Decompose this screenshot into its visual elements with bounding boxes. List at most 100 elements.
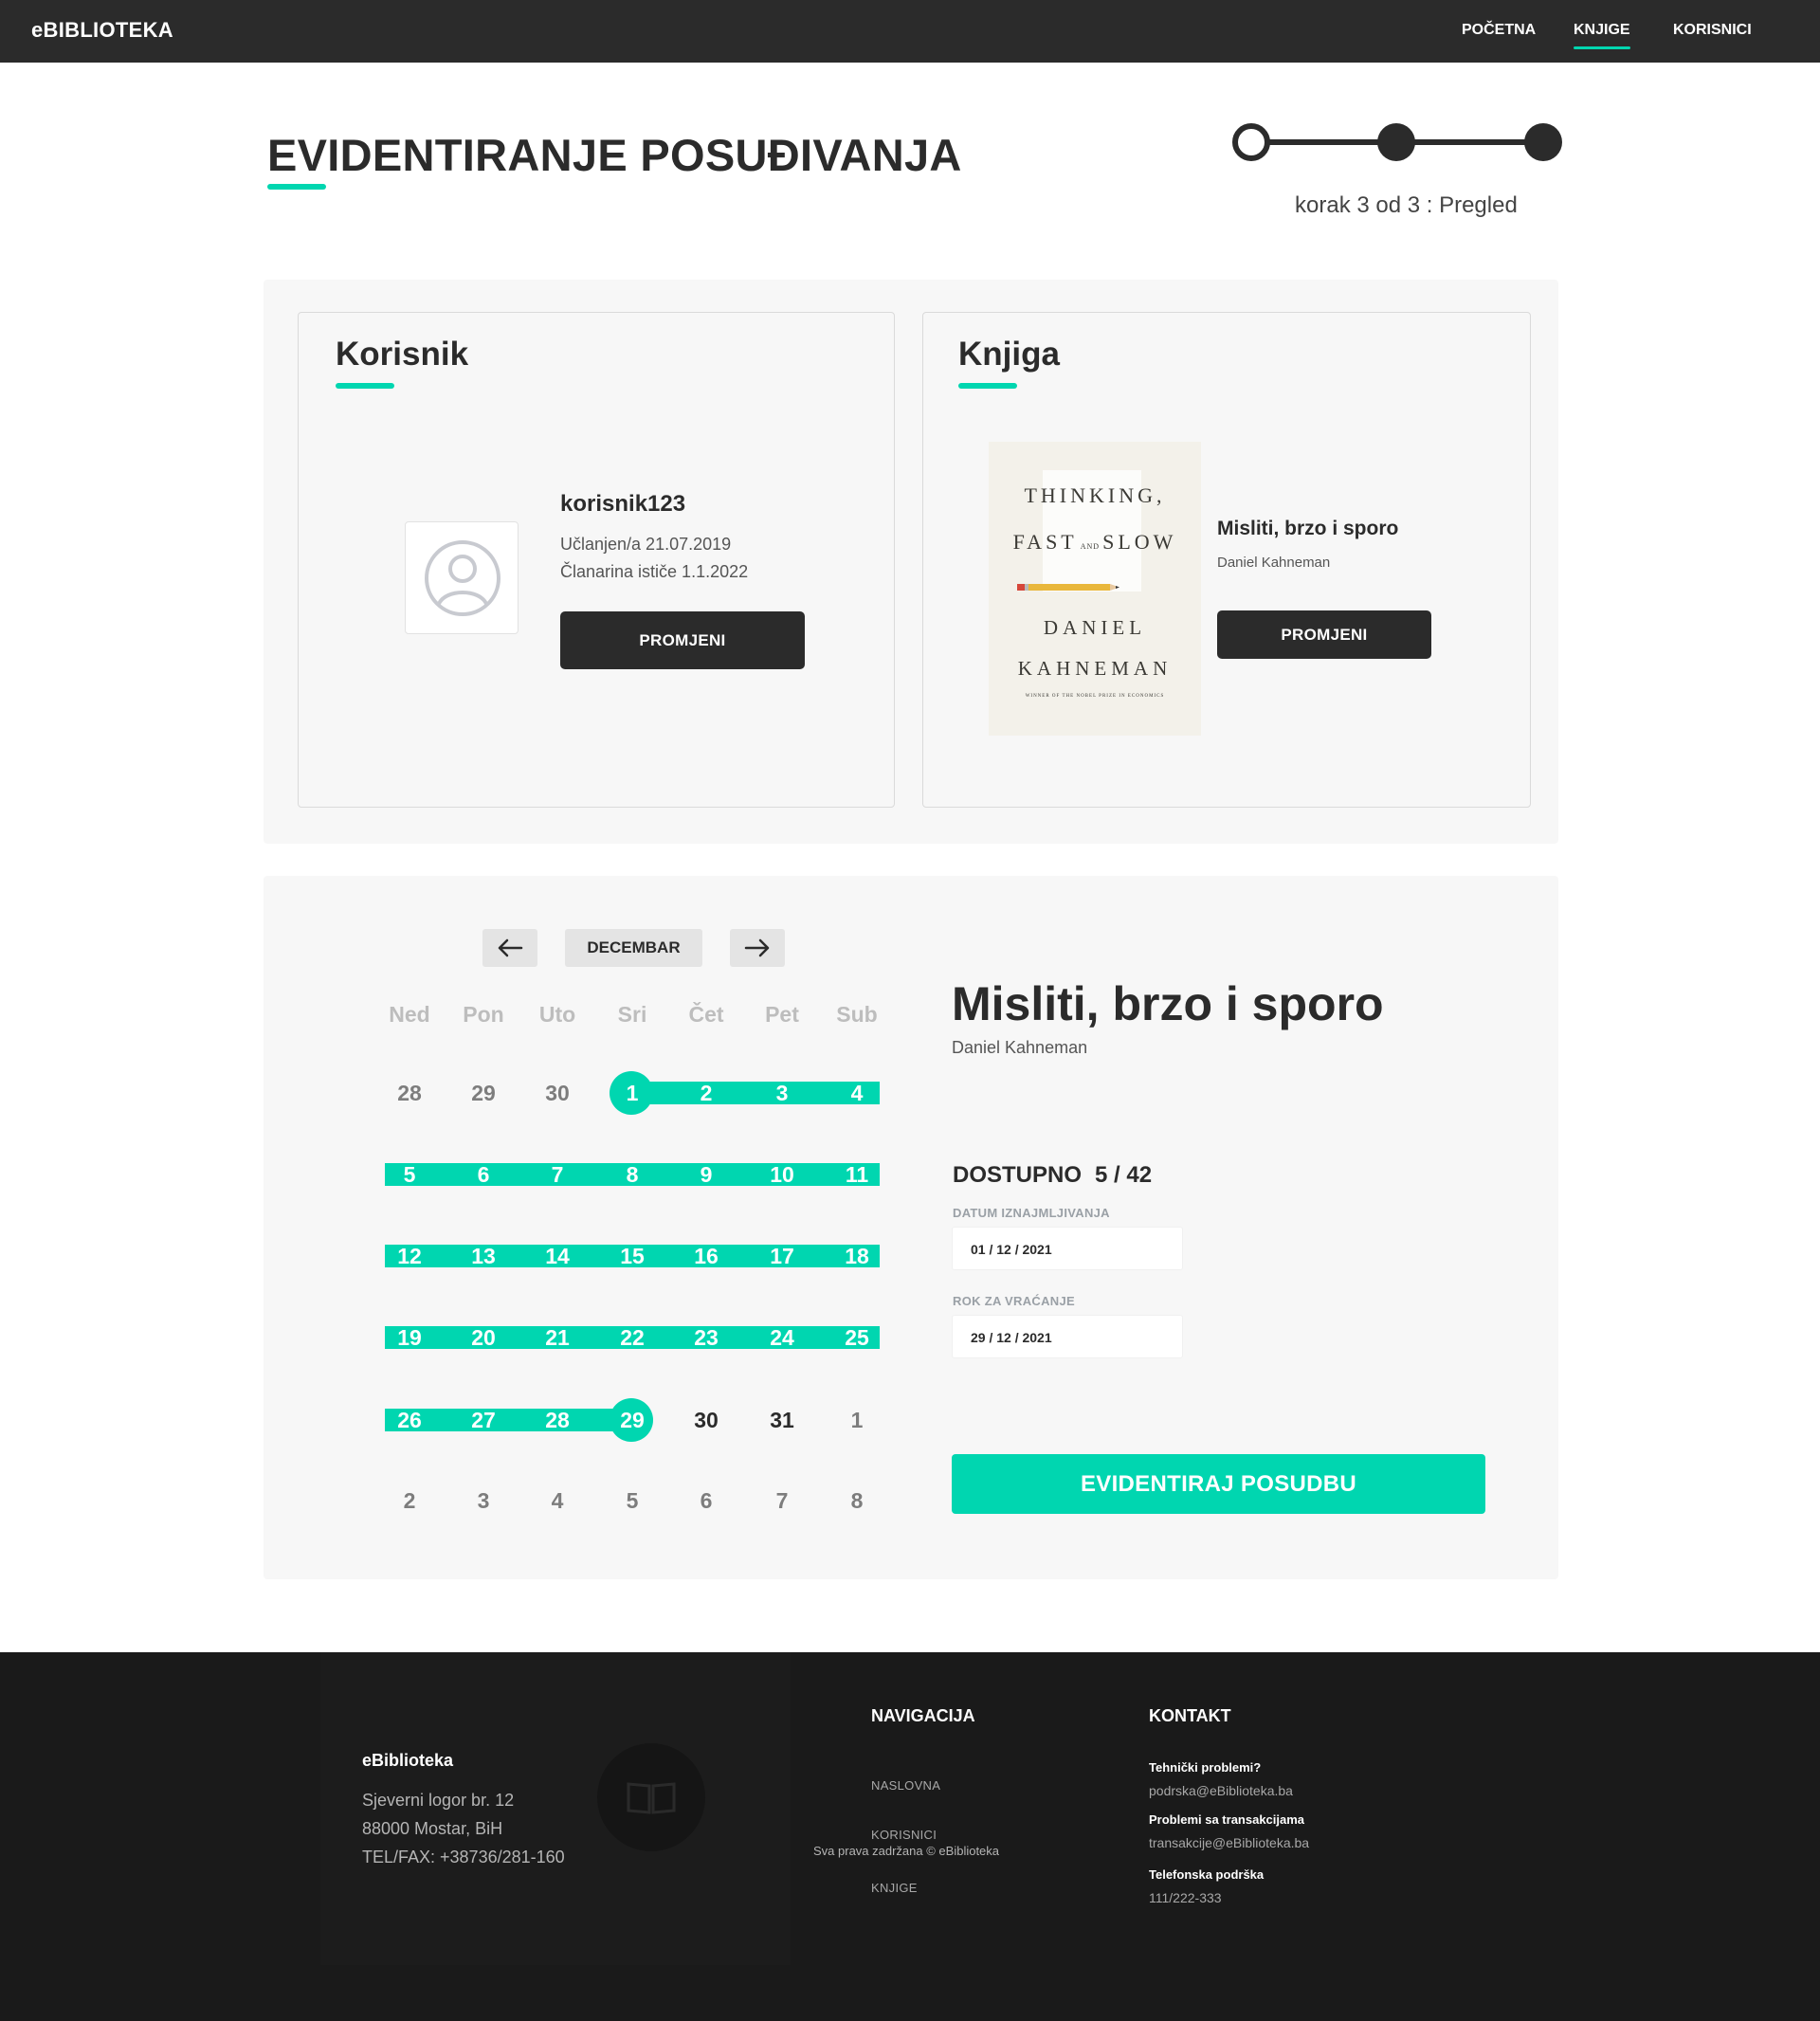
calendar-day[interactable]: 2 <box>376 1484 443 1518</box>
calendar-day[interactable]: 8 <box>599 1157 665 1192</box>
nav-pocetna[interactable]: POČETNA <box>1462 22 1536 39</box>
step-1-dot <box>1232 123 1270 161</box>
calendar-day[interactable]: 3 <box>450 1484 517 1518</box>
calendar-day[interactable]: 16 <box>673 1239 739 1273</box>
step-3-dot <box>1524 123 1562 161</box>
calendar-day[interactable]: 14 <box>524 1239 591 1273</box>
book-card-title: Knjiga <box>958 336 1060 373</box>
calendar-day[interactable]: 21 <box>524 1320 591 1355</box>
calendar-day[interactable]: 15 <box>599 1239 665 1273</box>
calendar-day[interactable]: 13 <box>450 1239 517 1273</box>
prev-month-button[interactable] <box>482 929 537 967</box>
calendar-day[interactable]: 4 <box>524 1484 591 1518</box>
footer-contact-title: KONTAKT <box>1149 1706 1231 1725</box>
book-card-underline <box>958 383 1017 389</box>
calendar-day[interactable]: 18 <box>824 1239 890 1273</box>
calendar-day[interactable]: 28 <box>376 1076 443 1110</box>
footer-address-1: Sjeverni logor br. 12 <box>362 1791 515 1810</box>
calendar-day[interactable]: 6 <box>450 1157 517 1192</box>
rent-date-label: DATUM IZNAJMLJIVANJA <box>953 1206 1110 1220</box>
calendar-day[interactable]: 28 <box>524 1403 591 1437</box>
cover-word-fast: FAST <box>1012 530 1078 554</box>
calendar-day[interactable]: 7 <box>749 1484 815 1518</box>
cover-word-slow: SLOW <box>1102 530 1177 554</box>
arrow-right-icon <box>744 938 770 957</box>
calendar-day[interactable]: 30 <box>673 1403 739 1437</box>
weekday-header: Sri <box>617 1002 647 1027</box>
month-label: DECEMBAR <box>565 929 702 967</box>
avatar <box>405 521 519 634</box>
username: korisnik123 <box>560 491 686 517</box>
return-date-field[interactable]: 29 / 12 / 2021 <box>952 1315 1183 1358</box>
weekday-header: Pet <box>765 1002 799 1027</box>
book-title: Misliti, brzo i sporo <box>1217 518 1399 539</box>
calendar-day[interactable]: 17 <box>749 1239 815 1273</box>
calendar-day[interactable]: 29 <box>599 1403 665 1437</box>
title-underline <box>267 184 326 190</box>
cover-title-line1: THINKING, <box>1024 483 1166 507</box>
user-avatar-icon <box>425 540 500 616</box>
book-icon <box>627 1782 676 1814</box>
weekday-header: Uto <box>538 1002 576 1027</box>
next-month-button[interactable] <box>730 929 785 967</box>
summary-book-author: Daniel Kahneman <box>952 1038 1088 1057</box>
footer-link-knjige[interactable]: KNJIGE <box>871 1881 918 1895</box>
calendar-day[interactable]: 7 <box>524 1157 591 1192</box>
calendar-day[interactable]: 4 <box>824 1076 890 1110</box>
change-user-button[interactable]: PROMJENI <box>560 611 805 669</box>
calendar-day[interactable]: 24 <box>749 1320 815 1355</box>
contact-phone-label: Telefonska podrška <box>1149 1867 1265 1882</box>
calendar-day[interactable]: 25 <box>824 1320 890 1355</box>
progress-stepper <box>1232 123 1564 161</box>
calendar-day[interactable]: 9 <box>673 1157 739 1192</box>
calendar-day[interactable]: 22 <box>599 1320 665 1355</box>
calendar-day[interactable]: 10 <box>749 1157 815 1192</box>
calendar-day[interactable]: 29 <box>450 1076 517 1110</box>
calendar-day[interactable]: 6 <box>673 1484 739 1518</box>
page-title: EVIDENTIRANJE POSUĐIVANJA <box>267 130 962 180</box>
arrow-left-icon <box>498 938 523 957</box>
user-card-underline <box>336 383 394 389</box>
nav-korisnici[interactable]: KORISNICI <box>1673 22 1752 39</box>
calendar-day[interactable]: 26 <box>376 1403 443 1437</box>
calendar-day[interactable]: 11 <box>824 1157 890 1192</box>
calendar-day[interactable]: 8 <box>824 1484 890 1518</box>
weekday-header: Pon <box>463 1002 504 1027</box>
footer-phone: TEL/FAX: +38736/281-160 <box>362 1848 565 1866</box>
calendar-day[interactable]: 27 <box>450 1403 517 1437</box>
calendar-day[interactable]: 12 <box>376 1239 443 1273</box>
calendar-day[interactable]: 5 <box>376 1157 443 1192</box>
calendar-day[interactable]: 23 <box>673 1320 739 1355</box>
summary-book-title: Misliti, brzo i sporo <box>952 977 1384 1030</box>
calendar-day[interactable]: 5 <box>599 1484 665 1518</box>
calendar-day[interactable]: 19 <box>376 1320 443 1355</box>
cover-tagline: WINNER OF THE NOBEL PRIZE IN ECONOMICS <box>1025 694 1165 699</box>
cover-word-and: AND <box>1080 542 1101 551</box>
footer-link-naslovna[interactable]: NASLOVNA <box>871 1778 940 1793</box>
cover-title-line2: FAST AND SLOW <box>989 530 1201 555</box>
pencil-icon <box>1017 584 1119 591</box>
calendar-day[interactable]: 30 <box>524 1076 591 1110</box>
brand-logo[interactable]: eBIBLIOTEKA <box>31 18 173 43</box>
calendar-day[interactable]: 2 <box>673 1076 739 1110</box>
cover-author-last: KAHNEMAN <box>1017 657 1173 680</box>
top-navbar: eBIBLIOTEKA POČETNA KNJIGE KORISNICI <box>0 0 1820 63</box>
footer-brand: eBiblioteka <box>362 1751 454 1770</box>
calendar-day[interactable]: 31 <box>749 1403 815 1437</box>
calendar-day[interactable]: 1 <box>824 1403 890 1437</box>
calendar-day[interactable]: 3 <box>749 1076 815 1110</box>
cover-author-first: DANIEL <box>1043 616 1147 639</box>
change-book-button[interactable]: PROMJENI <box>1217 610 1431 659</box>
calendar-day[interactable]: 20 <box>450 1320 517 1355</box>
user-membership: Članarina ističe 1.1.2022 <box>560 562 749 581</box>
nav-knjige[interactable]: KNJIGE <box>1574 22 1630 49</box>
calendar-day[interactable]: 1 <box>599 1076 665 1110</box>
contact-tech-email[interactable]: podrska@eBiblioteka.ba <box>1149 1783 1293 1798</box>
available-label: DOSTUPNO <box>953 1162 1083 1188</box>
submit-loan-button[interactable]: EVIDENTIRAJ POSUDBU <box>952 1454 1485 1514</box>
contact-transactions-email[interactable]: transakcije@eBiblioteka.ba <box>1149 1835 1309 1850</box>
rent-date-field[interactable]: 01 / 12 / 2021 <box>952 1227 1183 1270</box>
contact-transactions-label: Problemi sa transakcijama <box>1149 1812 1305 1827</box>
weekday-header: Ned <box>389 1002 430 1027</box>
footer-link-korisnici[interactable]: KORISNICI <box>871 1828 937 1842</box>
